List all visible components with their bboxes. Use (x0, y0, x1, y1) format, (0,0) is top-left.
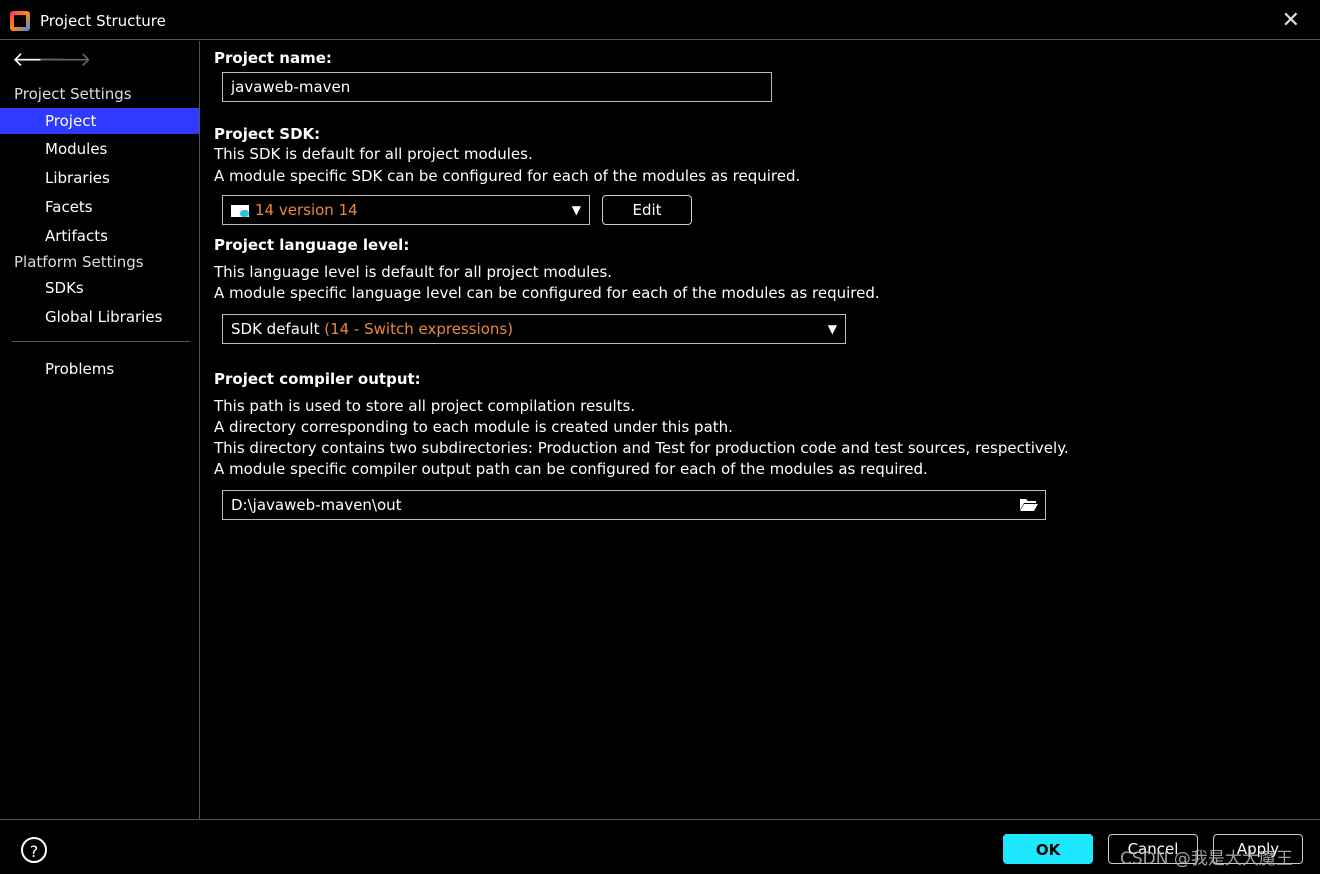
forward-arrow-icon[interactable]: 🡒 (38, 47, 92, 71)
intellij-logo-icon (10, 11, 30, 31)
dialog-footer: ? OK Cancel Apply CSDN @我是大大魔王 (0, 819, 1320, 874)
sidebar-item-libraries[interactable]: Libraries (0, 165, 199, 191)
platform-settings-header: Platform Settings (14, 253, 144, 271)
sidebar-item-sdks[interactable]: SDKs (0, 275, 199, 301)
help-icon[interactable]: ? (21, 837, 47, 863)
sidebar-item-modules[interactable]: Modules (0, 136, 199, 162)
sdk-dropdown[interactable]: 14 version 14 ▼ (222, 195, 590, 225)
csdn-watermark: CSDN @我是大大魔王 (1120, 849, 1293, 869)
sdk-version-number: 14 (255, 201, 275, 219)
project-name-input[interactable] (222, 72, 772, 102)
close-icon[interactable]: ✕ (1282, 8, 1300, 33)
back-arrow-icon[interactable]: 🡐 (12, 47, 66, 71)
output-description-2: A directory corresponding to each module… (214, 418, 733, 436)
sidebar-item-artifacts[interactable]: Artifacts (0, 223, 199, 249)
compiler-output-path-field[interactable]: D:\javaweb-maven\out (222, 490, 1046, 520)
project-settings-panel: Project name: Project SDK: This SDK is d… (200, 41, 1320, 819)
chevron-down-icon: ▼ (827, 322, 837, 336)
language-level-prefix: SDK default (231, 320, 320, 338)
title-bar: Project Structure ✕ (0, 0, 1320, 40)
language-level-dropdown[interactable]: SDK default (14 - Switch expressions) ▼ (222, 314, 846, 344)
compiler-output-label: Project compiler output: (214, 370, 421, 388)
language-description-1: This language level is default for all p… (214, 263, 613, 281)
sdk-description-1: This SDK is default for all project modu… (214, 145, 533, 163)
output-description-4: A module specific compiler output path c… (214, 460, 928, 478)
language-level-label: Project language level: (214, 236, 410, 254)
sidebar: 🡐🡒 Project Settings Project Modules Libr… (0, 41, 200, 819)
language-level-detail: (14 - Switch expressions) (324, 320, 514, 338)
window-title: Project Structure (40, 12, 166, 30)
language-description-2: A module specific language level can be … (214, 284, 880, 302)
output-description-1: This path is used to store all project c… (214, 397, 636, 415)
output-description-3: This directory contains two subdirectori… (214, 439, 1069, 457)
sidebar-item-global-libraries[interactable]: Global Libraries (0, 304, 199, 330)
compiler-output-path: D:\javaweb-maven\out (231, 496, 402, 514)
sidebar-item-problems[interactable]: Problems (0, 356, 199, 382)
sdk-description-2: A module specific SDK can be configured … (214, 167, 801, 185)
sidebar-divider (12, 341, 190, 342)
nav-arrows: 🡐🡒 (12, 47, 92, 71)
chevron-down-icon: ▼ (571, 203, 581, 217)
sdk-folder-icon (231, 204, 249, 217)
sidebar-item-project[interactable]: Project (0, 108, 199, 134)
sidebar-item-facets[interactable]: Facets (0, 194, 199, 220)
ok-button[interactable]: OK (1003, 834, 1093, 864)
project-sdk-label: Project SDK: (214, 125, 321, 143)
project-settings-header: Project Settings (14, 85, 132, 103)
project-name-label: Project name: (214, 49, 332, 67)
sdk-version-name: version 14 (278, 201, 358, 219)
folder-open-icon[interactable] (1019, 496, 1039, 512)
sdk-edit-button[interactable]: Edit (602, 195, 692, 225)
